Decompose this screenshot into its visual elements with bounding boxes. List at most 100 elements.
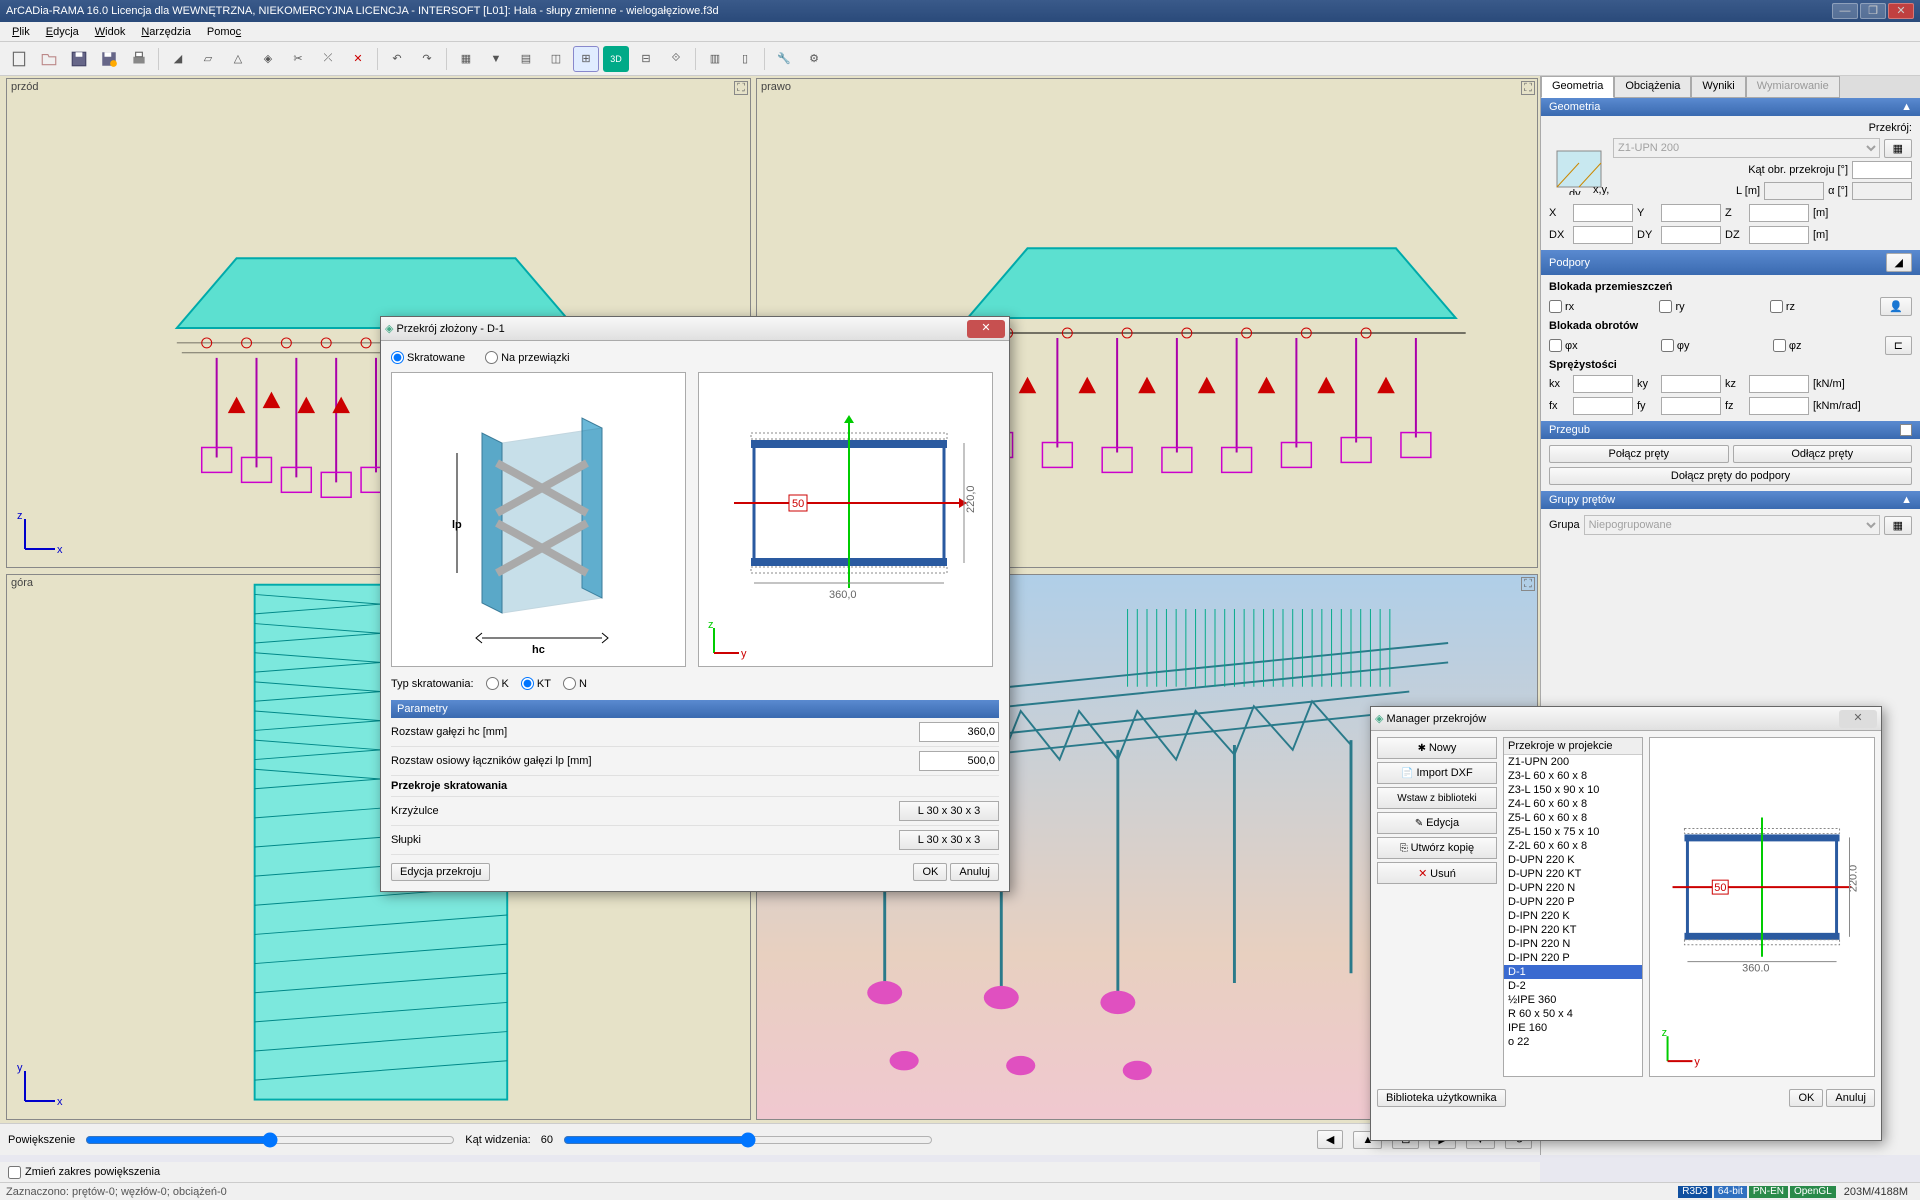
filter-icon[interactable]: ▼: [483, 46, 509, 72]
list-item[interactable]: D-UPN 220 P: [1504, 895, 1642, 909]
list-item[interactable]: Z1-UPN 200: [1504, 755, 1642, 769]
list-item[interactable]: Z3-L 60 x 60 x 8: [1504, 769, 1642, 783]
rotation-icon[interactable]: ⊏: [1885, 336, 1912, 355]
attach-support-button[interactable]: Dołącz pręty do podpory: [1549, 467, 1912, 485]
rz-check[interactable]: [1770, 300, 1783, 313]
edit-section-button[interactable]: Edycja przekroju: [391, 863, 490, 881]
edit-button[interactable]: ✎ Edycja: [1377, 812, 1497, 834]
length-input[interactable]: [1764, 182, 1824, 200]
fz-input[interactable]: [1749, 397, 1809, 415]
user-library-button[interactable]: Biblioteka użytkownika: [1377, 1089, 1506, 1107]
measure-icon[interactable]: ⟐: [663, 46, 689, 72]
fx-input[interactable]: [1573, 397, 1633, 415]
rx-check[interactable]: [1549, 300, 1562, 313]
list-item[interactable]: Z-2L 60 x 60 x 8: [1504, 839, 1642, 853]
print-icon[interactable]: [126, 46, 152, 72]
zoom-slider[interactable]: [85, 1132, 455, 1148]
tab-obciazenia[interactable]: Obciążenia: [1614, 76, 1691, 98]
list-item[interactable]: Z4-L 60 x 60 x 8: [1504, 797, 1642, 811]
ry-check[interactable]: [1659, 300, 1672, 313]
kz-input[interactable]: [1749, 375, 1809, 393]
tool-4-icon[interactable]: ◈: [255, 46, 281, 72]
menu-plik[interactable]: Plik: [4, 24, 38, 40]
slupki-button[interactable]: L 30 x 30 x 3: [899, 830, 999, 850]
view-1-icon[interactable]: ◫: [543, 46, 569, 72]
fy-input[interactable]: [1661, 397, 1721, 415]
save-icon[interactable]: [66, 46, 92, 72]
angle-slider[interactable]: [563, 1132, 933, 1148]
list-item[interactable]: D-IPN 220 K: [1504, 909, 1642, 923]
dialog-close-icon[interactable]: ✕: [967, 320, 1005, 338]
type-n-radio[interactable]: [563, 677, 576, 690]
new-button[interactable]: ✱ Nowy: [1377, 737, 1497, 759]
redo-icon[interactable]: ↷: [414, 46, 440, 72]
angle-input[interactable]: [1852, 161, 1912, 179]
menu-edycja[interactable]: Edycja: [38, 24, 87, 40]
dialog-title-bar[interactable]: ◈ Przekrój złożony - D-1 ✕: [381, 317, 1009, 341]
zoom-range-check[interactable]: [8, 1166, 21, 1179]
dialog-title-bar[interactable]: ◈ Manager przekrojów ✕: [1371, 707, 1881, 731]
cancel-button[interactable]: Anuluj: [1826, 1089, 1875, 1107]
hc-input[interactable]: [919, 722, 999, 742]
undo-icon[interactable]: ↶: [384, 46, 410, 72]
krzyzulce-button[interactable]: L 30 x 30 x 3: [899, 801, 999, 821]
list-item[interactable]: D-1: [1504, 965, 1642, 979]
viewport-expand-icon[interactable]: ⛶: [1521, 81, 1535, 95]
grid-icon[interactable]: ▦: [453, 46, 479, 72]
dx-input[interactable]: [1573, 226, 1633, 244]
cut-icon[interactable]: ✂: [285, 46, 311, 72]
delete-icon[interactable]: ✕: [345, 46, 371, 72]
support-icon[interactable]: ◢: [1886, 253, 1912, 272]
x-input[interactable]: [1573, 204, 1633, 222]
open-icon[interactable]: [36, 46, 62, 72]
cancel-button[interactable]: Anuluj: [950, 863, 999, 881]
ky-input[interactable]: [1661, 375, 1721, 393]
disconnect-bars-button[interactable]: Odłącz pręty: [1733, 445, 1913, 463]
maximize-button[interactable]: ❐: [1860, 3, 1886, 19]
list-item[interactable]: R 60 x 50 x 4: [1504, 1007, 1642, 1021]
insert-library-button[interactable]: Wstaw z biblioteki: [1377, 787, 1497, 809]
dz-input[interactable]: [1749, 226, 1809, 244]
list-item[interactable]: D-UPN 220 N: [1504, 881, 1642, 895]
type-kt-radio[interactable]: [521, 677, 534, 690]
table-icon[interactable]: ⊟: [633, 46, 659, 72]
list-item[interactable]: D-2: [1504, 979, 1642, 993]
list-item[interactable]: o 22: [1504, 1035, 1642, 1049]
menu-narzedzia[interactable]: Narzędzia: [133, 24, 199, 40]
new-icon[interactable]: [6, 46, 32, 72]
menu-pomoc[interactable]: Pomoc: [199, 24, 249, 40]
type-k-radio[interactable]: [486, 677, 499, 690]
list-item[interactable]: D-UPN 220 K: [1504, 853, 1642, 867]
list-item[interactable]: D-IPN 220 P: [1504, 951, 1642, 965]
list-item[interactable]: Z5-L 60 x 60 x 8: [1504, 811, 1642, 825]
list-item[interactable]: D-IPN 220 N: [1504, 937, 1642, 951]
tab-wyniki[interactable]: Wyniki: [1691, 76, 1745, 98]
support-pick-icon[interactable]: 👤: [1880, 297, 1912, 316]
list-item[interactable]: IPE 160: [1504, 1021, 1642, 1035]
dy-input[interactable]: [1661, 226, 1721, 244]
group-select[interactable]: Niepogrupowane: [1584, 515, 1880, 535]
dialog-close-icon[interactable]: ✕: [1839, 710, 1877, 728]
y-input[interactable]: [1661, 204, 1721, 222]
list-item[interactable]: D-IPN 220 KT: [1504, 923, 1642, 937]
alpha-input[interactable]: [1852, 182, 1912, 200]
options-icon[interactable]: ⚙: [801, 46, 827, 72]
calc-icon[interactable]: ▥: [702, 46, 728, 72]
tool-1-icon[interactable]: ◢: [165, 46, 191, 72]
saveas-icon[interactable]: [96, 46, 122, 72]
tool-2-icon[interactable]: ▱: [195, 46, 221, 72]
skratowane-radio[interactable]: [391, 351, 404, 364]
report-icon[interactable]: ▯: [732, 46, 758, 72]
delete-button[interactable]: ✕ Usuń: [1377, 862, 1497, 884]
settings-icon[interactable]: 🔧: [771, 46, 797, 72]
import-dxf-button[interactable]: 📄 Import DXF: [1377, 762, 1497, 784]
phiz-check[interactable]: [1773, 339, 1786, 352]
viewport-expand-icon[interactable]: ⛶: [1521, 577, 1535, 591]
connect-bars-button[interactable]: Połącz pręty: [1549, 445, 1729, 463]
z-input[interactable]: [1749, 204, 1809, 222]
menu-widok[interactable]: Widok: [87, 24, 134, 40]
tool-3-icon[interactable]: △: [225, 46, 251, 72]
group-browse-icon[interactable]: ▦: [1884, 516, 1912, 535]
lp-input[interactable]: [919, 751, 999, 771]
nav-left-icon[interactable]: ◀: [1317, 1130, 1343, 1149]
